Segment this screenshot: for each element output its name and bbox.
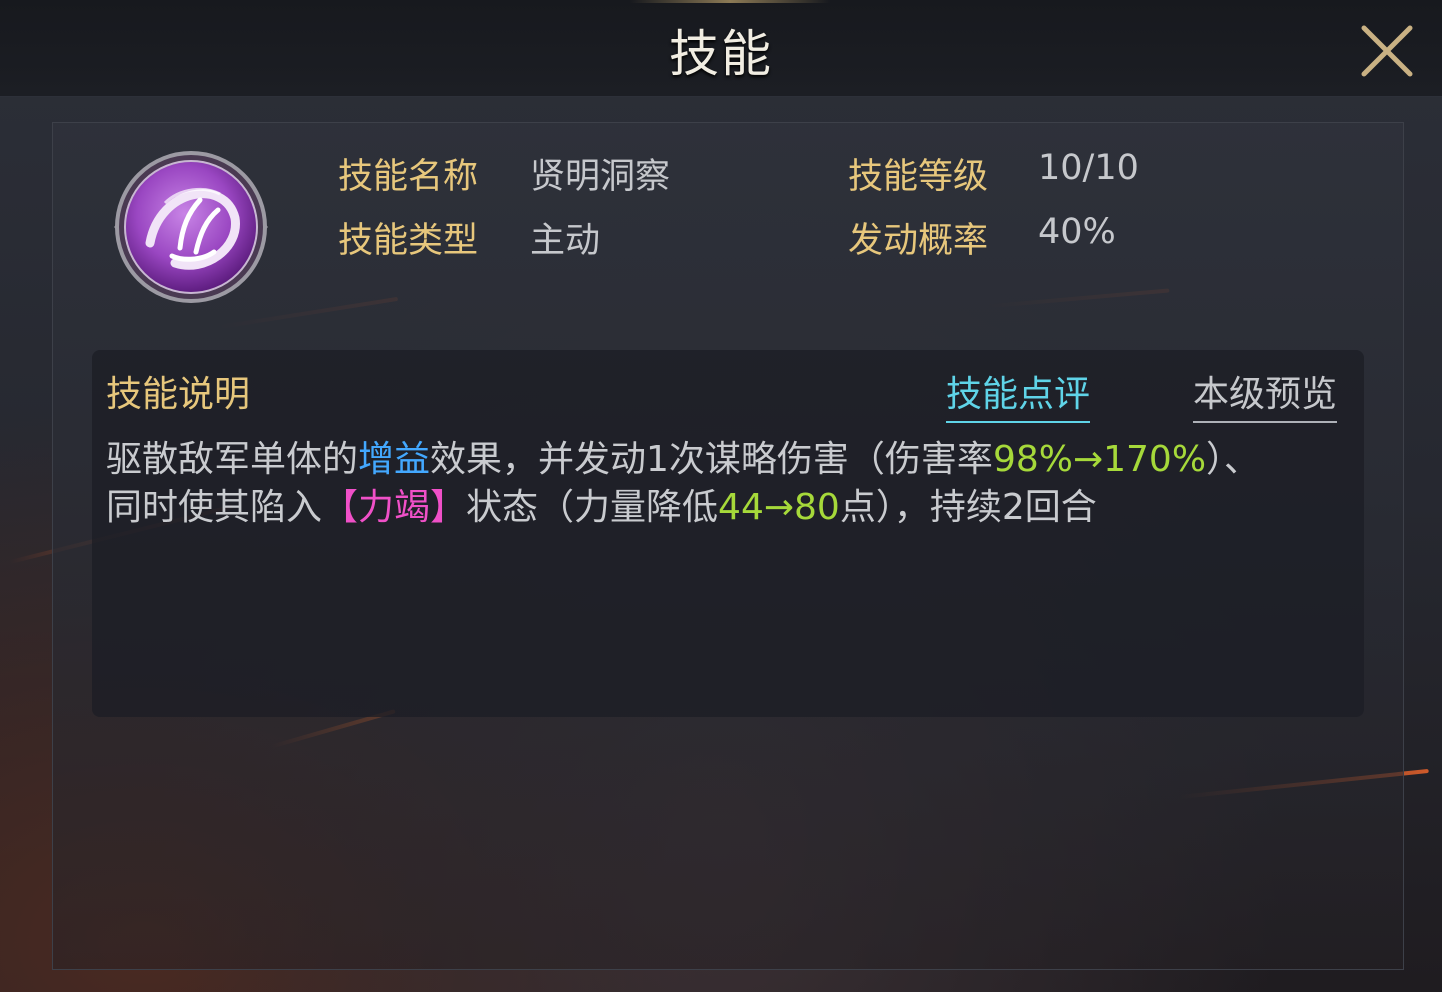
skill-icon [110,148,272,306]
description-box [92,350,1364,717]
desc-text: 同时使其陷入 [106,487,323,528]
desc-text: 驱散敌军单体的 [106,439,359,480]
damage-rate: 98%→170% [992,439,1207,480]
desc-text: 状态（力量降低 [466,487,719,528]
trigger-chance-label: 发动概率 [848,221,989,261]
status-keyword: 【力竭】 [322,487,467,528]
desc-text: ）、 [1206,439,1261,480]
page-title: 技能 [669,25,773,83]
purple-hand-skill-icon [114,151,268,303]
title-bar: 技能 [0,0,1442,97]
skill-level-label: 技能等级 [848,157,989,197]
close-button[interactable] [1358,22,1416,80]
trigger-chance-value: 40% [1038,212,1116,252]
description-line-1: 驱散敌军单体的增益效果，并发动1次谋略伤害（伤害率98%→170%）、 [106,430,1260,482]
skill-name-value: 贤明洞察 [530,157,671,197]
desc-text: 点），持续2回合 [839,487,1097,528]
close-x-icon [1361,25,1413,77]
description-title: 技能说明 [106,374,251,415]
tab-skill-review[interactable]: 技能点评 [946,365,1091,423]
header-ornament [630,0,830,3]
buff-keyword: 增益 [358,439,431,480]
strength-reduction: 44→80 [718,487,840,528]
skill-type-label: 技能类型 [338,221,479,261]
skill-name-label: 技能名称 [338,157,479,197]
tab-level-preview[interactable]: 本级预览 [1193,365,1338,423]
desc-text: 效果，并发动1次谋略伤害（伤害率 [430,439,993,480]
skill-level-value: 10/10 [1038,148,1139,188]
skill-type-value: 主动 [530,221,601,261]
description-line-2: 同时使其陷入【力竭】状态（力量降低44→80点），持续2回合 [106,478,1097,530]
